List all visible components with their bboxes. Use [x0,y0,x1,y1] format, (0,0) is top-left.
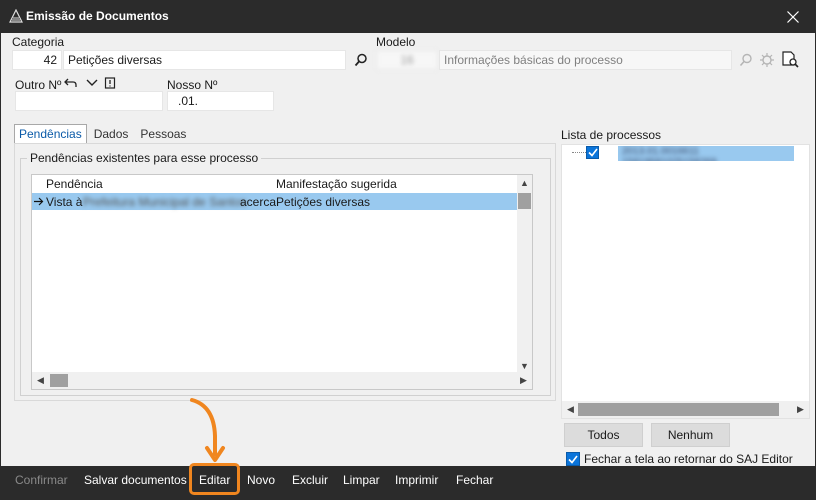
pendencias-grid[interactable]: Pendência Manifestação sugerida Vista à … [31,174,533,390]
imprimir-button[interactable]: Imprimir [395,473,438,487]
undo-arrow-icon [64,78,77,87]
categoria-label: Categoria [12,35,65,49]
modelo-refresh-button[interactable] [758,51,776,69]
tab-pendencias[interactable]: Pendências [14,124,87,144]
annotation-arrow-icon [190,398,225,462]
limpar-button[interactable]: Limpar [343,473,380,487]
pendencias-groupbox: Pendências existentes para esse processo… [20,151,551,396]
nosso-numero-label: Nosso Nº [167,78,218,92]
editar-highlight-box [189,463,240,495]
bottom-toolbar: Confirmar Salvar documentos Editar Novo … [0,466,816,500]
search-icon [354,53,367,67]
checkmark-icon [568,455,578,464]
processos-horizontal-scrollbar[interactable]: ◀ ▶ [562,401,809,418]
scroll-right-icon[interactable]: ▶ [793,402,808,417]
categoria-name-field[interactable]: Petições diversas [63,50,346,70]
app-logo-icon [9,9,23,23]
scroll-left-icon[interactable]: ◀ [33,373,48,388]
pendencias-panel: Pendências existentes para esse processo… [14,143,556,401]
grid-horizontal-scrollbar[interactable]: ◀ ▶ [32,372,532,389]
horizontal-scroll-thumb[interactable] [578,403,779,416]
outro-dropdown-button[interactable] [83,74,101,92]
settings-gear-icon [760,53,774,67]
pendencia-suffix: acerca [240,195,277,209]
horizontal-scroll-thumb[interactable] [50,374,68,387]
pendencia-redacted-text: Prefeitura Municipal de Santos [83,195,247,209]
close-icon [787,10,799,23]
novo-button[interactable]: Novo [247,473,275,487]
categoria-search-button[interactable] [352,51,370,69]
search-icon [739,53,752,67]
pendencias-group-title: Pendências existentes para esse processo [27,151,262,165]
scroll-down-icon[interactable]: ▼ [517,358,532,373]
scroll-right-icon[interactable]: ▶ [516,373,531,388]
column-header-manifestacao[interactable]: Manifestação sugerida [276,177,397,191]
modelo-label: Modelo [376,35,416,49]
processo-checkbox[interactable] [586,146,599,159]
nenhum-button[interactable]: Nenhum [651,423,730,447]
salvar-documentos-button[interactable]: Salvar documentos [84,473,187,487]
categoria-code-field[interactable]: 42 [12,50,62,70]
nosso-numero-field[interactable]: .01. [167,91,274,111]
modelo-name-field[interactable]: Informações básicas do processo [439,50,732,70]
confirmar-button[interactable]: Confirmar [15,473,68,487]
outro-info-button[interactable] [101,74,119,92]
row-pointer-arrow-icon [34,197,44,206]
modelo-document-search-button[interactable] [781,51,799,69]
tab-pessoas[interactable]: Pessoas [135,124,191,144]
checkmark-icon [587,148,598,157]
table-row[interactable]: Vista à Prefeitura Municipal de Santos a… [32,193,518,210]
tree-connector [572,152,586,153]
title-bar: Emissão de Documentos [0,0,816,33]
todos-button[interactable]: Todos [564,423,643,447]
fechar-tela-checkbox[interactable] [566,452,580,466]
chevron-down-icon [86,79,98,86]
scroll-up-icon[interactable]: ▲ [517,175,532,190]
lista-processos-label: Lista de processos [561,128,662,142]
tab-dados[interactable]: Dados [89,124,134,144]
scroll-left-icon[interactable]: ◀ [563,402,578,417]
column-header-pendencia[interactable]: Pendência [46,177,103,191]
undo-button[interactable] [62,74,80,92]
fechar-button[interactable]: Fechar [456,473,493,487]
processos-tree[interactable]: 2013.01.0016611 15819581025158269 ◀ ▶ [561,144,810,419]
modelo-code-field[interactable]: 16 [376,50,438,70]
close-button[interactable] [770,0,816,33]
outro-numero-label: Outro Nº [15,78,62,92]
processo-number: 2013.01.0016611 15819581025158269 [622,146,717,161]
excluir-button[interactable]: Excluir [292,473,328,487]
tab-strip: Pendências Dados Pessoas [14,124,193,144]
processo-item[interactable]: 2013.01.0016611 15819581025158269 [618,146,794,161]
window-title: Emissão de Documentos [26,9,169,23]
document-search-icon [782,51,799,68]
outro-numero-field[interactable] [15,91,163,111]
note-icon [104,76,116,89]
modelo-search-button[interactable] [737,51,755,69]
dialog-body: Categoria 42 Petições diversas Modelo 16… [1,33,815,466]
pendencia-prefix: Vista à [46,195,83,209]
fechar-tela-label[interactable]: Fechar a tela ao retornar do SAJ Editor [584,452,793,466]
grid-vertical-scrollbar[interactable]: ▲ ▼ [517,175,532,373]
vertical-scroll-thumb[interactable] [518,193,531,209]
grid-header: Pendência Manifestação sugerida [32,176,518,192]
manifestacao-cell: Petições diversas [276,195,371,209]
